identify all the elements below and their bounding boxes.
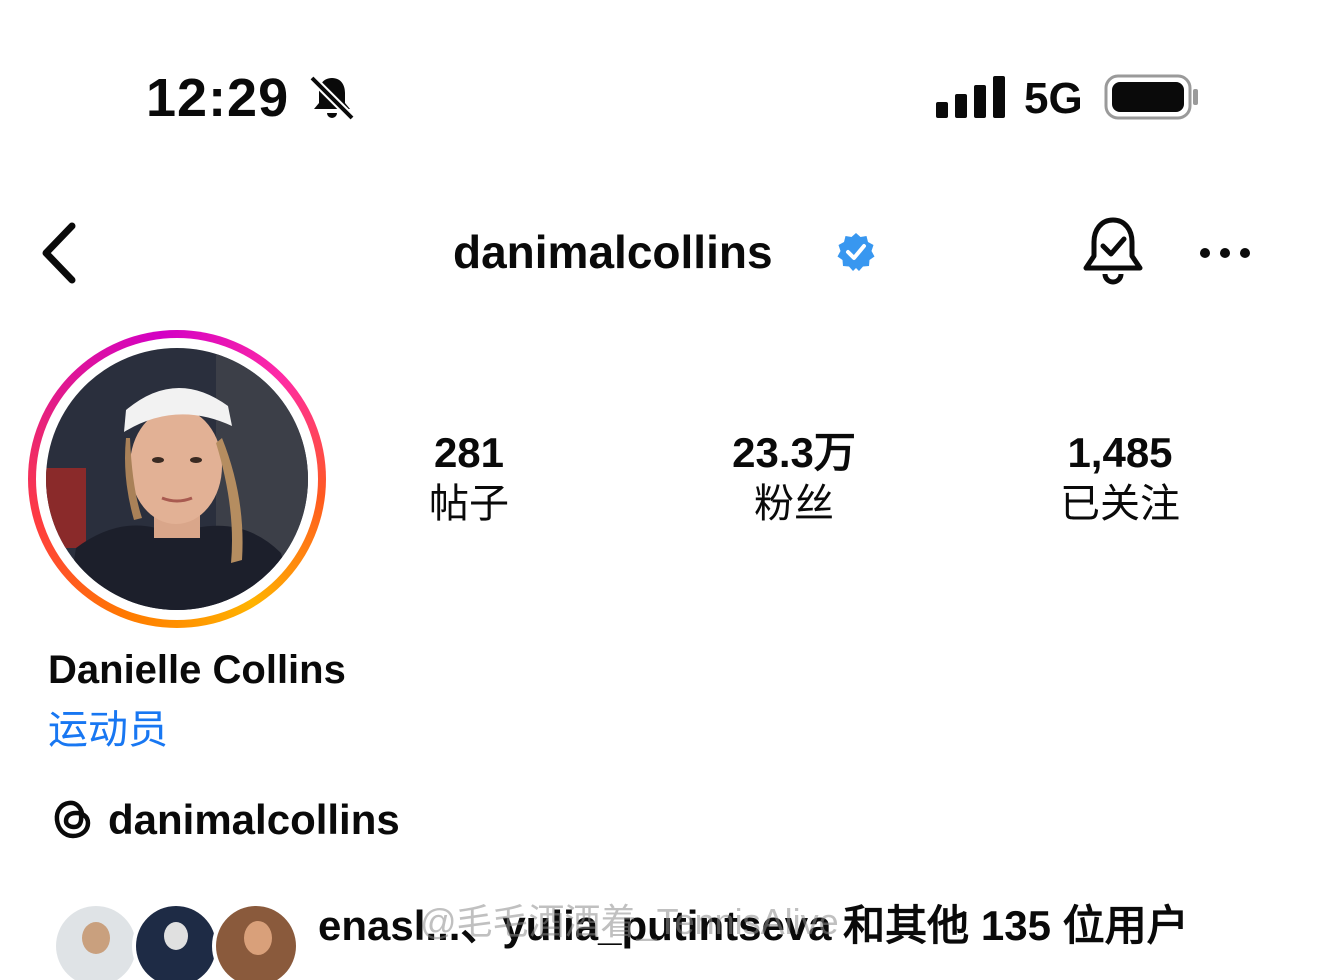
status-time: 12:29	[146, 68, 290, 128]
stat-posts-count: 281	[433, 429, 505, 476]
stat-posts-label: 帖子	[429, 482, 509, 526]
mutual-follower-avatars[interactable]	[46, 900, 306, 980]
profile-username-title: danimalcollins	[453, 226, 773, 278]
stat-posts[interactable]: 281 帖子	[359, 428, 579, 530]
profile-avatar[interactable]	[46, 348, 308, 610]
notification-bell-icon[interactable]	[1080, 216, 1146, 288]
watermark-text: @毛毛酒酒着_TennisAlive	[420, 901, 839, 942]
bell-slash-icon	[309, 75, 355, 121]
stat-following-label: 已关注	[1060, 482, 1180, 526]
threads-icon[interactable]	[50, 796, 96, 842]
stat-followers[interactable]: 23.3万 粉丝	[684, 428, 904, 530]
stat-followers-label: 粉丝	[754, 482, 834, 526]
verified-badge-icon	[837, 233, 875, 271]
profile-category: 运动员	[48, 708, 168, 752]
stat-following-count: 1,485	[1067, 429, 1173, 476]
profile-full-name: Danielle Collins	[48, 648, 346, 692]
cellular-signal-icon	[936, 76, 1005, 118]
battery-icon	[1104, 74, 1198, 120]
stat-followers-count: 23.3万	[732, 429, 856, 476]
stat-following[interactable]: 1,485 已关注	[1010, 428, 1230, 530]
more-options-icon[interactable]	[1196, 236, 1254, 270]
network-type: 5G	[1024, 74, 1083, 123]
threads-link[interactable]: danimalcollins	[108, 794, 400, 846]
back-chevron-icon[interactable]	[36, 220, 86, 286]
